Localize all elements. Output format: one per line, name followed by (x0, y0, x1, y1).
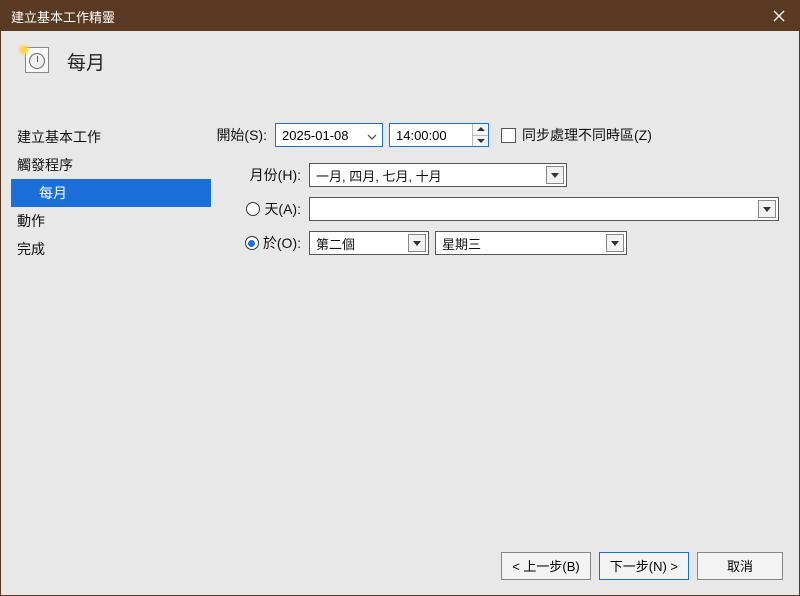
wizard-body: 建立基本工作 觸發程序 每月 動作 完成 開始(S): (1, 95, 799, 545)
sync-timezone-checkbox[interactable] (501, 128, 516, 143)
months-value: 一月, 四月, 七月, 十月 (316, 166, 442, 185)
sidebar: 建立基本工作 觸發程序 每月 動作 完成 (11, 95, 211, 545)
start-date-input[interactable] (275, 123, 383, 147)
time-spin-down[interactable] (473, 136, 488, 147)
time-spin-up[interactable] (473, 124, 488, 136)
sync-timezone-label: 同步處理不同時區(Z) (522, 125, 652, 145)
sidebar-item-create-task[interactable]: 建立基本工作 (11, 123, 211, 151)
row-start: 開始(S): 同步處理不同時區(Z) (211, 123, 789, 147)
on-label: 於(O): (263, 233, 301, 253)
on-ordinal-dropdown[interactable]: 第二個 (309, 231, 429, 255)
titlebar: 建立基本工作精靈 (1, 1, 799, 31)
cancel-button[interactable]: 取消 (697, 552, 783, 580)
sidebar-item-finish[interactable]: 完成 (11, 235, 211, 263)
row-months: 月份(H): 一月, 四月, 七月, 十月 (211, 163, 789, 187)
days-radio-label: 天(A): (211, 199, 301, 219)
row-on: 於(O): 第二個 星期三 (211, 231, 789, 255)
months-dropdown[interactable]: 一月, 四月, 七月, 十月 (309, 163, 567, 187)
on-weekday-value: 星期三 (442, 234, 481, 253)
start-label: 開始(S): (211, 125, 267, 145)
on-weekday-dropdown[interactable]: 星期三 (435, 231, 627, 255)
days-label: 天(A): (264, 199, 301, 219)
on-radio-label: 於(O): (211, 233, 301, 253)
on-ordinal-value: 第二個 (316, 234, 355, 253)
wizard-window: 建立基本工作精靈 每月 建立基本工作 觸發程序 每月 動作 完成 開始(S): (0, 0, 800, 596)
wizard-icon (19, 45, 51, 77)
sidebar-item-trigger[interactable]: 觸發程序 (11, 151, 211, 179)
page-title: 每月 (67, 48, 105, 75)
sidebar-item-action[interactable]: 動作 (11, 207, 211, 235)
chevron-down-icon (758, 200, 776, 218)
chevron-down-icon (408, 234, 426, 252)
chevron-down-icon (606, 234, 624, 252)
footer: < 上一步(B) 下一步(N) > 取消 (1, 545, 799, 595)
sidebar-item-monthly[interactable]: 每月 (11, 179, 211, 207)
row-days: 天(A): (211, 197, 789, 221)
window-title: 建立基本工作精靈 (11, 7, 115, 26)
next-button[interactable]: 下一步(N) > (599, 552, 689, 580)
days-dropdown[interactable] (309, 197, 779, 221)
time-spinner (472, 124, 488, 146)
days-radio[interactable] (246, 202, 260, 216)
months-label: 月份(H): (211, 165, 301, 185)
close-button[interactable] (767, 4, 791, 28)
back-button[interactable]: < 上一步(B) (501, 552, 591, 580)
on-radio[interactable] (245, 236, 259, 250)
chevron-down-icon (546, 166, 564, 184)
form-area: 開始(S): 同步處理不同時區(Z) 月份(H): (211, 95, 789, 545)
wizard-header: 每月 (1, 31, 799, 95)
